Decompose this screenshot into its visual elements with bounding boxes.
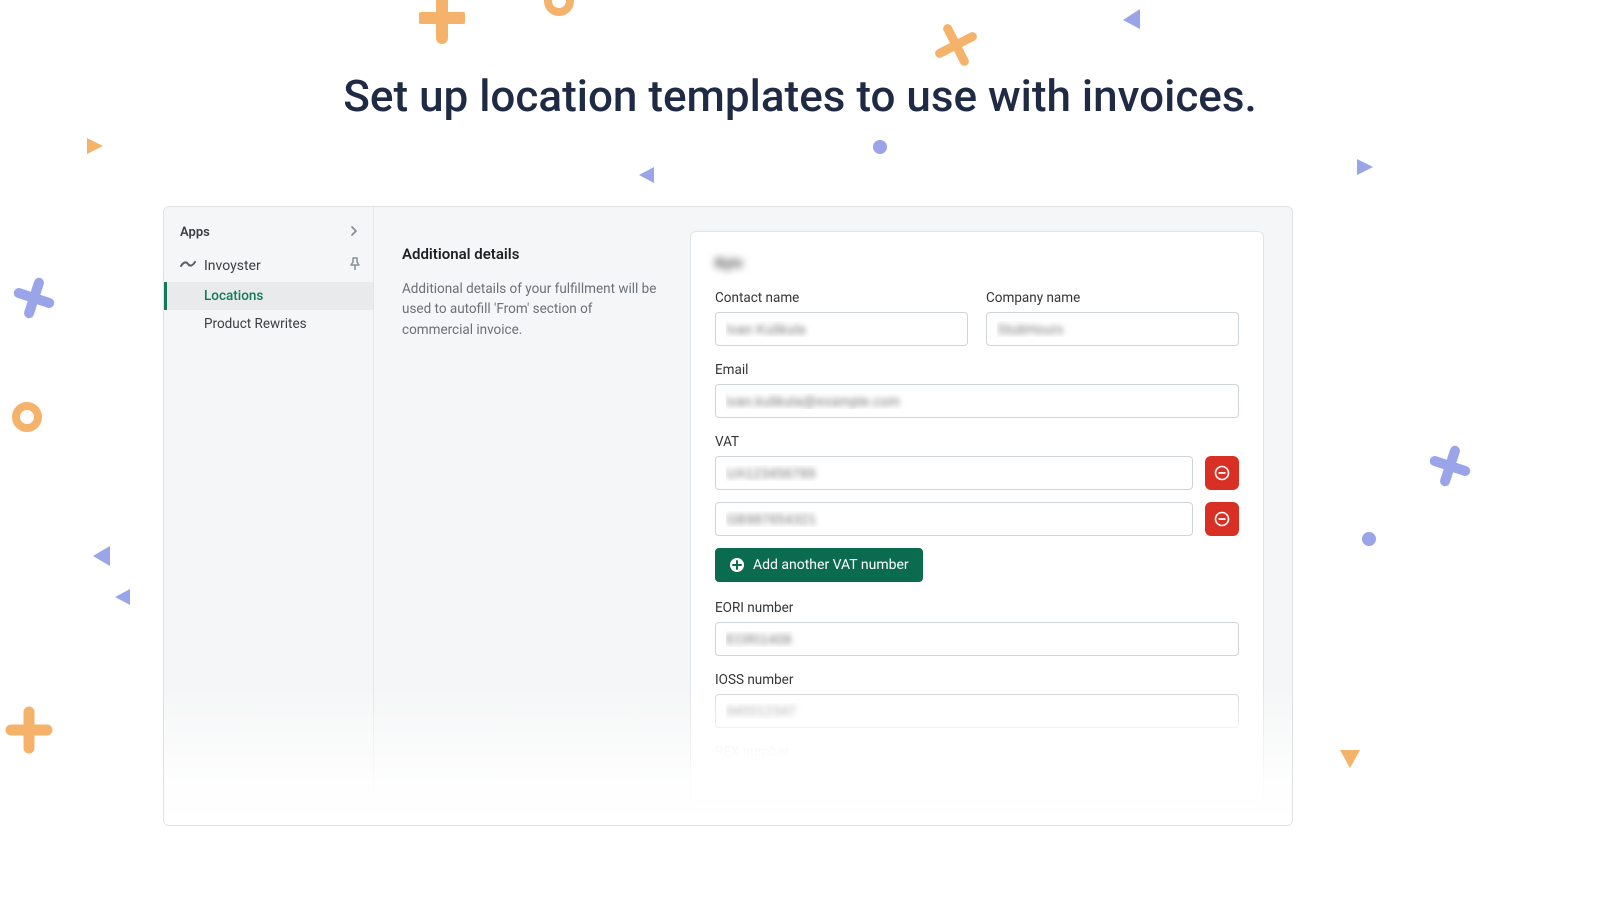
label-rex: REX number	[715, 744, 1239, 760]
plus-icon	[5, 706, 53, 754]
label-company: Company name	[986, 290, 1239, 306]
content-area: Additional details Additional details of…	[374, 207, 1292, 825]
location-form-card: Kyiv Contact name Company name Email VAT	[690, 231, 1264, 801]
input-eori[interactable]	[715, 622, 1239, 656]
location-name: Kyiv	[715, 254, 1239, 272]
label-eori: EORI number	[715, 600, 1239, 616]
input-contact[interactable]	[715, 312, 968, 346]
plus-icon	[1428, 444, 1472, 488]
sidebar-app-invoyster[interactable]: Invoyster	[164, 250, 373, 282]
sidebar-apps-label: Apps	[180, 225, 210, 240]
plus-icon	[419, 0, 465, 52]
vat-row	[715, 502, 1239, 536]
input-company[interactable]	[986, 312, 1239, 346]
hero-title: Set up location templates to use with in…	[0, 70, 1600, 122]
sidebar-item-product-rewrites[interactable]: Product Rewrites	[164, 310, 373, 338]
section-desc-text: Additional details of your fulfillment w…	[402, 279, 662, 340]
sidebar-item-label: Locations	[204, 288, 263, 304]
vat-row	[715, 456, 1239, 490]
triangle-icon	[1118, 6, 1144, 32]
field-email: Email	[715, 362, 1239, 418]
field-company: Company name	[986, 290, 1239, 346]
section-description: Additional details Additional details of…	[402, 231, 662, 801]
dot-icon	[1362, 532, 1376, 546]
label-vat: VAT	[715, 434, 1239, 450]
field-rex: REX number	[715, 744, 1239, 800]
triangle-icon	[88, 542, 114, 568]
x-icon	[935, 24, 977, 66]
remove-vat-button[interactable]	[1205, 456, 1239, 490]
sidebar-item-locations[interactable]: Locations	[164, 282, 373, 310]
input-vat-1[interactable]	[715, 456, 1193, 490]
minus-circle-icon	[1214, 511, 1230, 527]
circle-icon	[542, 0, 576, 18]
triangle-icon	[1336, 746, 1364, 774]
label-email: Email	[715, 362, 1239, 378]
field-eori: EORI number	[715, 600, 1239, 656]
minus-circle-icon	[1214, 465, 1230, 481]
label-contact: Contact name	[715, 290, 968, 306]
plus-circle-icon	[729, 557, 745, 573]
input-vat-2[interactable]	[715, 502, 1193, 536]
remove-vat-button[interactable]	[1205, 502, 1239, 536]
circle-icon	[10, 400, 44, 434]
app-window: Apps Invoyster Locations Product Rewrite…	[163, 206, 1293, 826]
plus-icon	[12, 276, 56, 320]
add-vat-label: Add another VAT number	[753, 557, 909, 573]
triangle-icon	[84, 135, 106, 157]
triangle-icon	[1354, 156, 1374, 176]
add-vat-button[interactable]: Add another VAT number	[715, 548, 923, 582]
section-title: Additional details	[402, 245, 662, 263]
dot-icon	[873, 140, 887, 154]
field-ioss: IOSS number	[715, 672, 1239, 728]
pin-icon[interactable]	[349, 257, 361, 275]
triangle-icon	[636, 164, 656, 184]
sidebar-item-label: Product Rewrites	[204, 316, 307, 332]
input-rex[interactable]	[715, 766, 1239, 800]
app-icon	[180, 256, 196, 276]
input-email[interactable]	[715, 384, 1239, 418]
field-contact: Contact name	[715, 290, 968, 346]
label-ioss: IOSS number	[715, 672, 1239, 688]
sidebar-app-name: Invoyster	[204, 258, 261, 274]
sidebar: Apps Invoyster Locations Product Rewrite…	[164, 207, 374, 825]
triangle-icon	[112, 586, 132, 606]
input-ioss[interactable]	[715, 694, 1239, 728]
sidebar-header-apps[interactable]: Apps	[164, 221, 373, 250]
chevron-right-icon	[349, 225, 359, 240]
